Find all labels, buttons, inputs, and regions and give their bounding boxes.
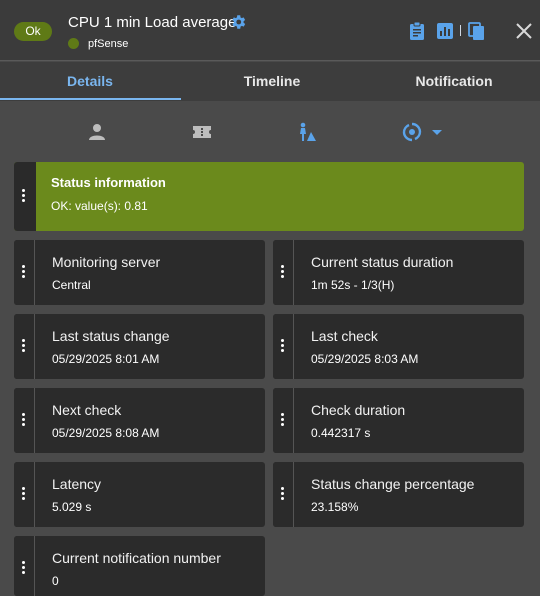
header: Ok CPU 1 min Load average pfSense <box>0 0 540 61</box>
drag-handle[interactable] <box>14 314 35 379</box>
card-value: 05/29/2025 8:01 AM <box>52 352 160 366</box>
card-value: 5.029 s <box>52 500 92 514</box>
card-status-change-percentage: Status change percentage 23.158% <box>273 462 524 527</box>
status-information-text: OK: value(s): 0.81 <box>51 199 148 213</box>
card-value: 05/29/2025 8:08 AM <box>52 426 160 440</box>
header-separator <box>460 25 461 36</box>
card-current-notification-number: Current notification number 0 <box>14 536 265 596</box>
drag-handle-icon <box>281 339 286 352</box>
card-last-check: Last check 05/29/2025 8:03 AM <box>273 314 524 379</box>
acknowledge-icon[interactable] <box>296 121 318 143</box>
card-value: 0.442317 s <box>311 426 371 440</box>
chart-icon[interactable] <box>435 21 455 41</box>
tab-details[interactable]: Details <box>0 62 180 101</box>
drag-handle[interactable] <box>273 388 294 453</box>
refresh-icon[interactable] <box>401 121 423 143</box>
gear-icon[interactable] <box>229 13 247 31</box>
drag-handle-icon <box>22 561 27 574</box>
drag-handle[interactable] <box>273 314 294 379</box>
card-value: 23.158% <box>311 500 359 514</box>
card-label: Monitoring server <box>52 254 161 270</box>
drag-handle-icon <box>281 413 286 426</box>
drag-handle[interactable] <box>14 240 35 305</box>
card-label: Current status duration <box>311 254 454 270</box>
drag-handle-icon <box>281 265 286 278</box>
ticket-icon[interactable] <box>191 121 213 143</box>
active-tab-indicator <box>0 98 181 100</box>
clipboard-icon[interactable] <box>407 21 427 41</box>
drag-handle-icon <box>22 413 27 426</box>
drag-handle[interactable] <box>14 388 35 453</box>
drag-handle-icon <box>22 189 27 202</box>
card-latency: Latency 5.029 s <box>14 462 265 527</box>
card-label: Current notification number <box>52 550 221 566</box>
host-name[interactable]: pfSense <box>88 38 128 50</box>
tab-bar: Details Timeline Notification <box>0 62 540 101</box>
copy-icon[interactable] <box>467 21 487 41</box>
tab-timeline[interactable]: Timeline <box>182 62 362 101</box>
card-check-duration: Check duration 0.442317 s <box>273 388 524 453</box>
host-status-dot <box>68 38 79 49</box>
drag-handle[interactable] <box>273 462 294 527</box>
card-value: 05/29/2025 8:03 AM <box>311 352 419 366</box>
drag-handle-icon <box>22 265 27 278</box>
card-label: Last status change <box>52 328 170 344</box>
resource-title[interactable]: CPU 1 min Load average <box>68 14 236 31</box>
card-last-status-change: Last status change 05/29/2025 8:01 AM <box>14 314 265 379</box>
drag-handle-icon <box>22 339 27 352</box>
status-information-card: Status information OK: value(s): 0.81 <box>14 162 524 231</box>
card-current-status-duration: Current status duration 1m 52s - 1/3(H) <box>273 240 524 305</box>
card-value: Central <box>52 278 91 292</box>
card-label: Check duration <box>311 402 406 418</box>
drag-handle[interactable] <box>14 462 35 527</box>
status-information-title: Status information <box>51 175 166 190</box>
card-label: Status change percentage <box>311 476 475 492</box>
card-value: 0 <box>52 574 59 588</box>
tab-notification[interactable]: Notification <box>364 62 540 101</box>
drag-handle[interactable] <box>14 162 36 231</box>
card-value: 1m 52s - 1/3(H) <box>311 278 395 292</box>
user-icon[interactable] <box>86 121 108 143</box>
card-next-check: Next check 05/29/2025 8:08 AM <box>14 388 265 453</box>
close-icon[interactable] <box>514 21 534 41</box>
drag-handle-icon <box>281 487 286 500</box>
card-label: Latency <box>52 476 102 492</box>
card-monitoring-server: Monitoring server Central <box>14 240 265 305</box>
drag-handle[interactable] <box>14 536 35 596</box>
card-label: Next check <box>52 402 122 418</box>
dropdown-arrow-icon[interactable] <box>430 121 444 143</box>
drag-handle[interactable] <box>273 240 294 305</box>
status-badge: Ok <box>14 22 52 41</box>
card-label: Last check <box>311 328 378 344</box>
drag-handle-icon <box>22 487 27 500</box>
